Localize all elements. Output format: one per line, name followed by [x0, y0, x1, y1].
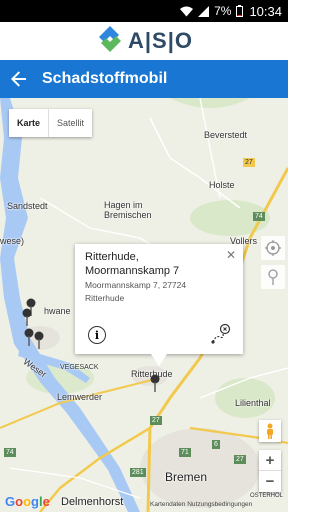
- aso-logo-icon: [95, 24, 125, 59]
- clock: 10:34: [249, 3, 282, 19]
- logo-text: A|S|O: [128, 28, 193, 53]
- map-marker-pin[interactable]: [34, 331, 44, 349]
- zoom-out-button[interactable]: −: [259, 471, 281, 492]
- location-pin-icon[interactable]: [261, 265, 285, 289]
- wifi-icon: [180, 6, 194, 17]
- marker-info-window[interactable]: ✕ Ritterhude, Moormannskamp 7 Moormannsk…: [75, 244, 243, 366]
- app-bar: Schadstoffmobil: [0, 60, 288, 98]
- map-type-satellit[interactable]: Satellit: [49, 109, 92, 137]
- map-attribution[interactable]: Kartendaten Nutzungsbedingungen: [150, 501, 252, 508]
- back-arrow-icon[interactable]: [0, 60, 38, 98]
- road-shield: 27: [243, 158, 255, 167]
- close-icon[interactable]: ✕: [226, 248, 236, 262]
- map-marker-pin[interactable]: [24, 328, 34, 346]
- logo-bar: A|S|O: [0, 22, 288, 60]
- road-shield: 71: [179, 448, 191, 457]
- google-logo: Google: [5, 494, 50, 509]
- my-location-icon[interactable]: [261, 236, 285, 260]
- place-label: Sandstedt: [7, 201, 48, 211]
- place-label: Beverstedt: [204, 130, 248, 140]
- place-label: Lilienthal: [235, 398, 271, 408]
- route-icon[interactable]: [210, 323, 232, 345]
- place-label: VEGESACK: [60, 364, 99, 371]
- zoom-in-button[interactable]: +: [259, 450, 281, 471]
- place-label: Lemwerder: [57, 392, 103, 402]
- place-label: Bremen: [165, 470, 208, 484]
- status-bar: 7% 10:34: [0, 0, 288, 22]
- info-icon[interactable]: i: [88, 326, 106, 344]
- road-shield: 27: [150, 416, 162, 425]
- place-label: hwane: [44, 306, 71, 316]
- street-view-pegman-icon[interactable]: [259, 420, 281, 442]
- signal-icon: [198, 5, 210, 17]
- road-shield: 27: [234, 455, 246, 464]
- place-label: Holste: [209, 180, 235, 190]
- road-shield: 74: [4, 448, 16, 457]
- map-marker-pin-selected[interactable]: [150, 374, 160, 392]
- place-label: Hagen im Bremischen: [104, 200, 152, 220]
- place-label: OSTERHOL: [250, 493, 284, 499]
- page-title: Schadstoffmobil: [42, 70, 168, 87]
- map-marker-pin[interactable]: [22, 308, 32, 326]
- info-title-line1: Ritterhude,: [85, 251, 139, 263]
- zoom-control: + −: [259, 450, 281, 492]
- info-window-tail: [151, 354, 167, 366]
- road-shield: 74: [253, 212, 265, 221]
- road-shield: 6: [212, 440, 220, 449]
- road-shield: 281: [130, 468, 146, 477]
- info-city: Ritterhude: [85, 293, 125, 303]
- map-type-toggle: Karte Satellit: [9, 109, 93, 137]
- map-type-karte[interactable]: Karte: [9, 109, 50, 137]
- info-title-line2: Moormannskamp 7: [85, 265, 180, 277]
- place-label: wese): [0, 236, 25, 246]
- place-label: Delmenhorst: [61, 496, 124, 508]
- info-address: Moormannskamp 7, 27724: [85, 280, 187, 290]
- battery-percent: 7%: [214, 4, 232, 18]
- battery-icon: [236, 5, 244, 17]
- map-view[interactable]: Karte Satellit Beverstedt Sandstedt Hage…: [0, 98, 288, 512]
